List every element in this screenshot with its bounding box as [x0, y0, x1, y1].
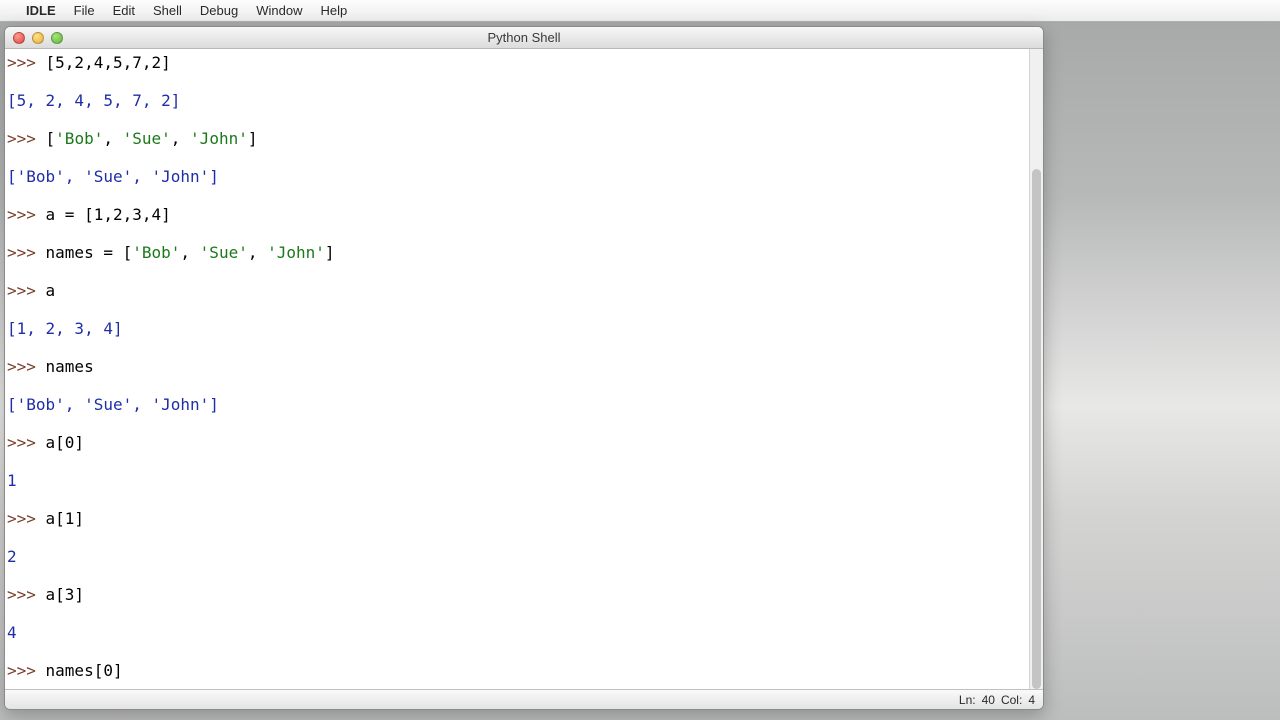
shell-input-line: >>> a[0] — [7, 433, 1027, 452]
code-segment: names[0] — [46, 661, 123, 680]
code-segment: [1, 2, 3, 4] — [7, 319, 123, 338]
shell-input-line: >>> names[0] — [7, 661, 1027, 680]
code-segment: names = [ — [46, 243, 133, 262]
status-col-value: 4 — [1028, 693, 1035, 707]
shell-input-line: >>> a[1] — [7, 509, 1027, 528]
mac-menubar: IDLE File Edit Shell Debug Window Help — [0, 0, 1280, 22]
shell-input-line: >>> names — [7, 357, 1027, 376]
code-segment: [ — [46, 129, 56, 148]
shell-output-line: 2 — [7, 547, 1027, 566]
code-segment: , — [180, 243, 199, 262]
menu-window[interactable]: Window — [256, 3, 302, 18]
code-segment: [5, 2, 4, 5, 7, 2] — [7, 91, 180, 110]
code-segment: 2 — [7, 547, 17, 566]
close-icon[interactable] — [13, 32, 25, 44]
code-segment: ] — [248, 129, 258, 148]
code-segment: 4 — [7, 623, 17, 642]
prompt: >>> — [7, 585, 46, 604]
code-segment: ['Bob', 'Sue', 'John'] — [7, 395, 219, 414]
code-segment: 'John' — [267, 243, 325, 262]
shell-output-line: ['Bob', 'Sue', 'John'] — [7, 167, 1027, 186]
code-segment: [5,2,4,5,7,2] — [46, 53, 171, 72]
menu-debug[interactable]: Debug — [200, 3, 238, 18]
menu-shell[interactable]: Shell — [153, 3, 182, 18]
shell-input-line: >>> [5,2,4,5,7,2] — [7, 53, 1027, 72]
code-segment: a[0] — [46, 433, 85, 452]
scrollbar[interactable] — [1029, 49, 1043, 689]
desktop-background: Python Shell >>> [5,2,4,5,7,2] [5, 2, 4,… — [0, 22, 1280, 720]
prompt: >>> — [7, 243, 46, 262]
code-segment: , — [248, 243, 267, 262]
code-segment: a[3] — [46, 585, 85, 604]
shell-input-line: >>> names = ['Bob', 'Sue', 'John'] — [7, 243, 1027, 262]
status-col-label: Col: — [1001, 693, 1022, 707]
scroll-thumb[interactable] — [1032, 169, 1041, 689]
python-shell-window: Python Shell >>> [5,2,4,5,7,2] [5, 2, 4,… — [4, 26, 1044, 710]
shell-output-line: 1 — [7, 471, 1027, 490]
menu-help[interactable]: Help — [320, 3, 347, 18]
shell-output-line: 4 — [7, 623, 1027, 642]
prompt: >>> — [7, 281, 46, 300]
shell-output-line: ['Bob', 'Sue', 'John'] — [7, 395, 1027, 414]
menu-edit[interactable]: Edit — [113, 3, 135, 18]
code-segment: a[1] — [46, 509, 85, 528]
window-titlebar[interactable]: Python Shell — [5, 27, 1043, 49]
prompt: >>> — [7, 357, 46, 376]
shell-input-line: >>> a = [1,2,3,4] — [7, 205, 1027, 224]
code-segment: names — [46, 357, 94, 376]
code-segment: ] — [325, 243, 335, 262]
prompt: >>> — [7, 433, 46, 452]
code-segment: , — [171, 129, 190, 148]
code-segment: 'Sue' — [123, 129, 171, 148]
code-segment: , — [103, 129, 122, 148]
code-segment: 'Bob' — [132, 243, 180, 262]
code-segment: 1 — [7, 471, 17, 490]
status-line-value: 40 — [982, 693, 995, 707]
prompt: >>> — [7, 53, 46, 72]
prompt: >>> — [7, 661, 46, 680]
prompt: >>> — [7, 129, 46, 148]
window-title: Python Shell — [5, 30, 1043, 45]
minimize-icon[interactable] — [32, 32, 44, 44]
shell-output-line: [5, 2, 4, 5, 7, 2] — [7, 91, 1027, 110]
status-line-label: Ln: — [959, 693, 976, 707]
code-segment: 'Bob' — [55, 129, 103, 148]
status-bar: Ln: 40 Col: 4 — [5, 689, 1043, 709]
zoom-icon[interactable] — [51, 32, 63, 44]
prompt: >>> — [7, 205, 46, 224]
window-traffic-lights — [5, 32, 63, 44]
code-segment: a — [46, 281, 56, 300]
shell-text-area[interactable]: >>> [5,2,4,5,7,2] [5, 2, 4, 5, 7, 2] >>>… — [5, 49, 1029, 689]
app-name[interactable]: IDLE — [26, 3, 56, 18]
shell-output-line: [1, 2, 3, 4] — [7, 319, 1027, 338]
code-segment: 'John' — [190, 129, 248, 148]
code-segment: a = [1,2,3,4] — [46, 205, 171, 224]
shell-input-line: >>> a — [7, 281, 1027, 300]
code-segment: 'Sue' — [200, 243, 248, 262]
prompt: >>> — [7, 509, 46, 528]
shell-input-line: >>> ['Bob', 'Sue', 'John'] — [7, 129, 1027, 148]
shell-input-line: >>> a[3] — [7, 585, 1027, 604]
menu-file[interactable]: File — [74, 3, 95, 18]
code-segment: ['Bob', 'Sue', 'John'] — [7, 167, 219, 186]
